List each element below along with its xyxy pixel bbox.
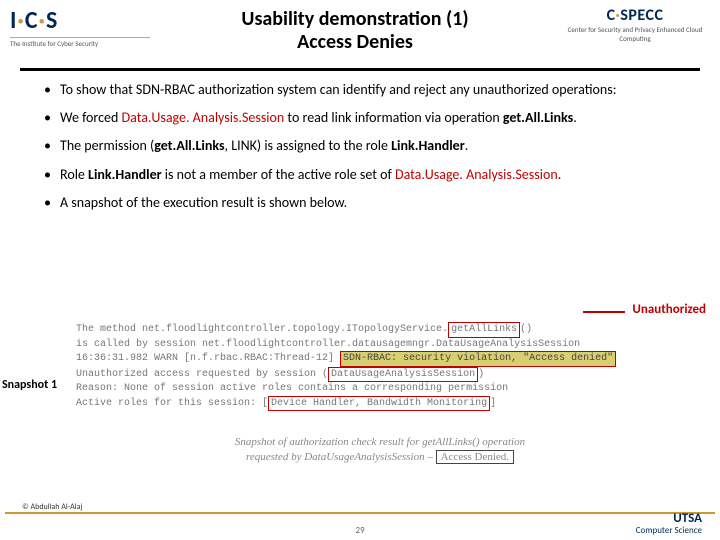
console-line-3: 16:36:31.982 WARN [n.f.rbac.RBAC:Thread-…	[76, 351, 696, 367]
footer-divider	[5, 512, 715, 514]
console-snapshot: The method net.floodlightcontroller.topo…	[76, 322, 696, 411]
title-line-1: Usability demonstration (1)	[241, 7, 468, 31]
logo-cspecc-tagline: Center for Security and Privacy Enhanced…	[560, 25, 710, 43]
console-line-1: The method net.floodlightcontroller.topo…	[76, 322, 696, 338]
bullet-4: Role Link.Handler is not a member of the…	[60, 166, 680, 184]
bullet-1: To show that SDN-RBAC authorization syst…	[60, 81, 680, 99]
page-number: 29	[355, 525, 364, 536]
bullet-5: A snapshot of the execution result is sh…	[60, 194, 680, 212]
bullet-2: We forced Data.Usage. Analysis.Session t…	[60, 109, 680, 127]
logo-ics: I·C·S The Institute for Cyber Security	[10, 6, 150, 48]
bullet-3: The permission (get.All.Links, LINK) is …	[60, 137, 680, 155]
logo-cspecc: C·SPECC Center for Security and Privacy …	[560, 6, 710, 43]
copyright: © Abdullah Al-Alaj	[22, 502, 82, 512]
slide-title: Usability demonstration (1) Access Denie…	[150, 6, 560, 54]
access-denied-box: Access Denied.	[436, 450, 514, 464]
unauthorized-pointer	[583, 311, 625, 313]
console-line-6: Active roles for this session: [Device H…	[76, 396, 696, 412]
console-line-2: is called by session net.floodlightcontr…	[76, 338, 696, 352]
snapshot-caption: Snapshot of authorization check result f…	[150, 435, 610, 466]
unauthorized-label: Unauthorized	[632, 302, 706, 317]
logo-utsa: UTSA Computer Science	[636, 512, 702, 536]
title-underline	[20, 68, 700, 71]
snapshot-label: Snapshot 1	[2, 378, 57, 392]
console-line-5: Reason: None of session active roles con…	[76, 382, 696, 396]
title-line-2: Access Denies	[297, 30, 413, 54]
bullet-list: To show that SDN-RBAC authorization syst…	[0, 77, 720, 212]
console-line-4: Unauthorized access requested by session…	[76, 367, 696, 383]
slide-header: I·C·S The Institute for Cyber Security U…	[0, 0, 720, 68]
logo-ics-tagline: The Institute for Cyber Security	[10, 37, 150, 48]
